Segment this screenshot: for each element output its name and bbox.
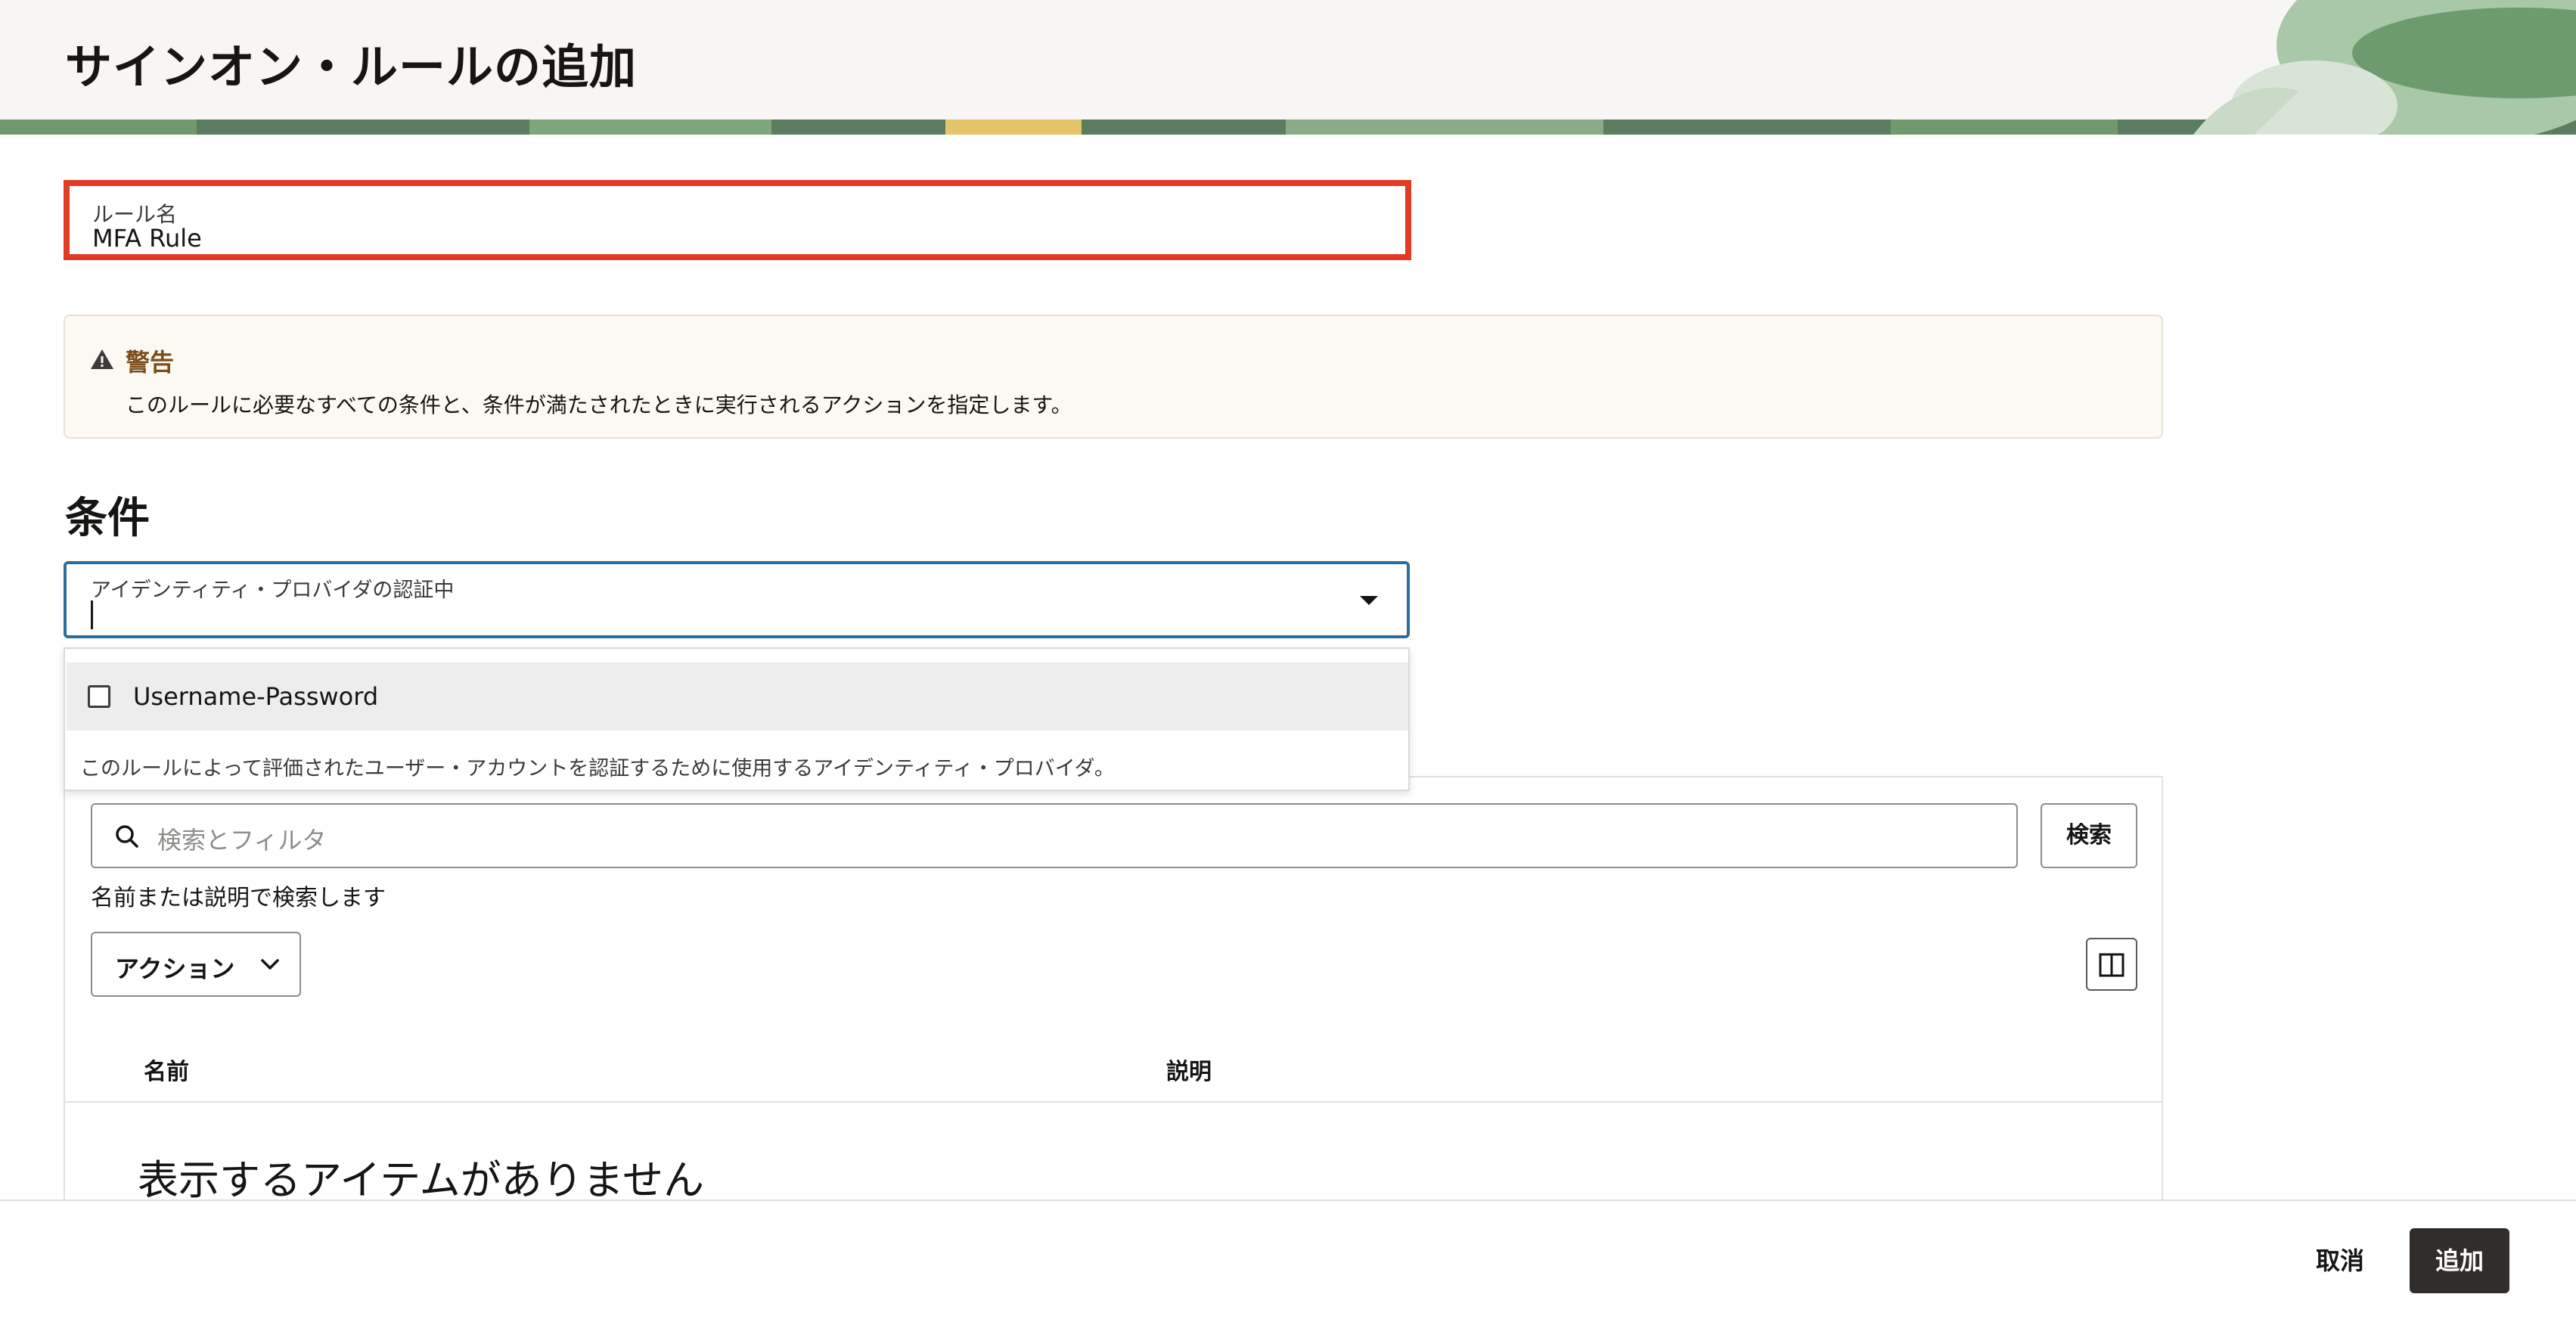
rule-name-field[interactable]: ルール名 MFA Rule — [64, 180, 1411, 260]
warning-message: 警告 このルールに必要なすべての条件と、条件が満たされたときに実行されるアクショ… — [64, 315, 2163, 439]
warning-title: 警告 — [126, 348, 175, 377]
actions-menu-button[interactable]: アクション — [91, 932, 301, 997]
column-toggle-button[interactable] — [2086, 938, 2137, 991]
page-title: サインオン・ルールの追加 — [65, 39, 638, 95]
empty-state-message: 表示するアイテムがありません — [138, 1156, 704, 1204]
conditions-heading: 条件 — [65, 494, 150, 543]
search-input[interactable]: 検索とフィルタ — [91, 803, 2018, 868]
search-button[interactable]: 検索 — [2041, 803, 2137, 868]
search-icon — [116, 825, 138, 848]
add-button[interactable]: 追加 — [2410, 1228, 2509, 1293]
actions-menu-label: アクション — [115, 954, 235, 983]
cancel-button[interactable]: 取消 — [2295, 1228, 2385, 1293]
caret-down-icon[interactable] — [1360, 596, 1378, 605]
rule-name-value[interactable]: MFA Rule — [92, 224, 202, 253]
column-header-description[interactable]: 説明 — [1166, 1053, 1212, 1086]
idp-dropdown-list: Username-Password このルールによって評価されたユーザー・アカウ… — [64, 647, 1410, 791]
page-footer: 取消 追加 — [0, 1199, 2576, 1322]
warning-icon — [91, 349, 113, 369]
text-cursor — [91, 600, 93, 629]
warning-text: このルールに必要なすべての条件と、条件が満たされたときに実行されるアクションを指… — [126, 393, 1072, 417]
page-header: サインオン・ルールの追加 — [0, 0, 2576, 135]
idp-help-text: このルールによって評価されたユーザー・アカウントを認証するために使用するアイデン… — [80, 757, 1115, 780]
chevron-down-icon — [261, 959, 279, 970]
table-header-row: 名前 説明 — [65, 1027, 2162, 1103]
search-help-text: 名前または説明で検索します — [91, 885, 386, 911]
idp-option-username-password[interactable]: Username-Password — [67, 663, 1408, 731]
option-label: Username-Password — [133, 682, 379, 711]
column-header-name[interactable]: 名前 — [144, 1053, 189, 1086]
search-placeholder: 検索とフィルタ — [157, 826, 327, 855]
columns-icon — [2099, 953, 2124, 977]
idp-select-label: アイデンティティ・プロバイダの認証中 — [91, 579, 455, 602]
idp-select[interactable]: アイデンティティ・プロバイダの認証中 — [64, 561, 1410, 638]
option-checkbox[interactable] — [88, 685, 110, 708]
